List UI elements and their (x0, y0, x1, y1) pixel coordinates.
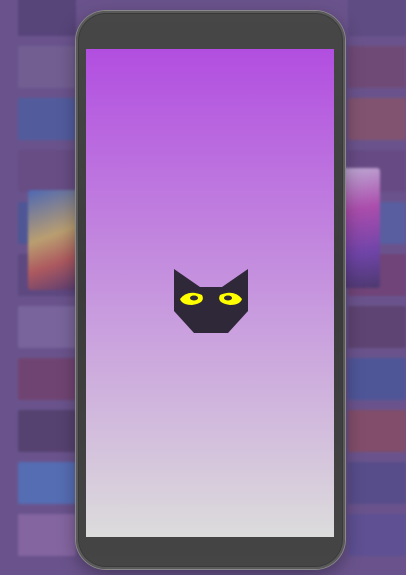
app-preview-stage (0, 0, 406, 575)
splash-screen (86, 49, 334, 537)
masked-face-logo-icon (174, 269, 248, 333)
phone-frame (76, 11, 345, 569)
